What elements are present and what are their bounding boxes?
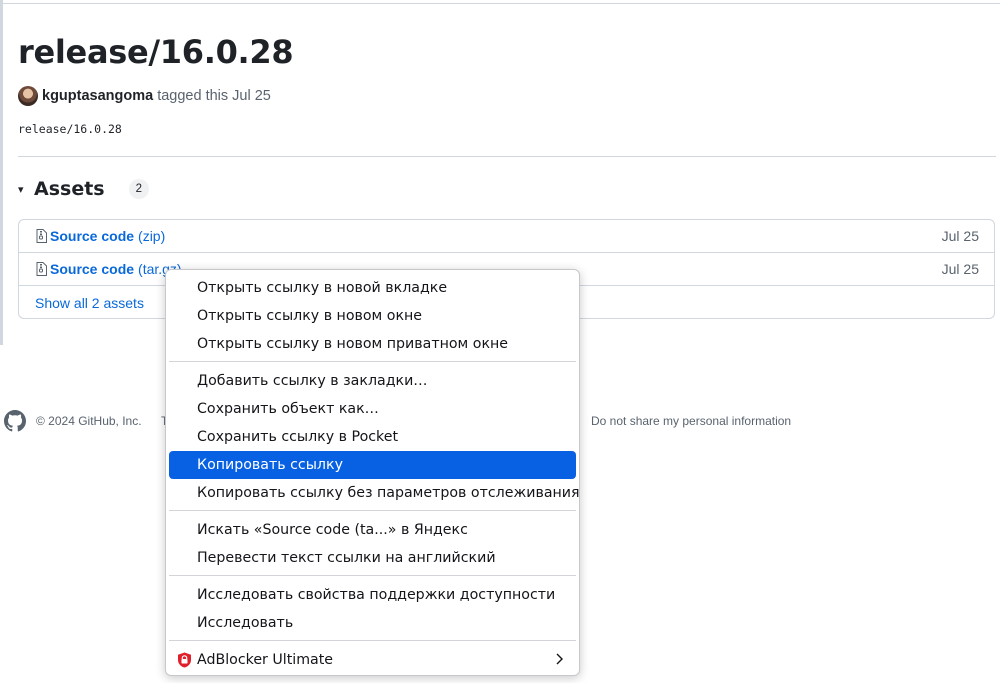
file-zip-icon	[36, 229, 47, 243]
menu-item-copy-clean-link[interactable]: Копировать ссылку без параметров отслежи…	[169, 479, 580, 507]
menu-item-save-as[interactable]: Сохранить объект как…	[169, 395, 576, 423]
menu-item-inspect[interactable]: Исследовать	[169, 609, 576, 637]
assets-count-badge: 2	[128, 179, 150, 199]
menu-item-label: Исследовать свойства поддержки доступнос…	[197, 587, 556, 603]
menu-item-open-new-window[interactable]: Открыть ссылку в новом окне	[169, 302, 576, 330]
menu-item-translate-link[interactable]: Перевести текст ссылки на английский	[169, 544, 576, 572]
menu-item-label: AdBlocker Ultimate	[197, 652, 334, 668]
tagged-text: tagged this Jul 25	[157, 88, 271, 104]
footer-privacy-link[interactable]: Do not share my personal information	[591, 414, 791, 428]
menu-item-label: Сохранить объект как…	[197, 401, 379, 417]
top-border	[3, 3, 1000, 4]
menu-item-label: Копировать ссылку без параметров отслежи…	[197, 485, 580, 501]
submenu-chevron-icon	[556, 653, 563, 665]
menu-item-open-new-tab[interactable]: Открыть ссылку в новой вкладке	[169, 274, 576, 302]
assets-title: Assets	[34, 178, 105, 200]
menu-item-inspect-accessibility[interactable]: Исследовать свойства поддержки доступнос…	[169, 581, 576, 609]
author-link[interactable]: kguptasangoma	[42, 88, 153, 104]
avatar[interactable]	[18, 86, 38, 106]
menu-item-save-to-pocket[interactable]: Сохранить ссылку в Pocket	[169, 423, 576, 451]
menu-item-label: Копировать ссылку	[197, 457, 343, 473]
adblocker-shield-icon	[178, 652, 191, 668]
menu-separator	[169, 361, 576, 362]
assets-toggle[interactable]: ▾ Assets 2	[18, 176, 150, 202]
show-all-assets-link[interactable]: Show all 2 assets	[35, 295, 144, 311]
context-menu: Открыть ссылку в новой вкладке Открыть с…	[165, 269, 580, 676]
menu-item-copy-link[interactable]: Копировать ссылку	[169, 451, 576, 479]
release-title: release/16.0.28	[18, 33, 294, 71]
left-border	[0, 0, 3, 345]
asset-date: Jul 25	[941, 261, 979, 277]
menu-item-label: Искать «Source code (ta...» в Яндекс	[197, 522, 468, 538]
caret-down-icon: ▾	[18, 183, 24, 196]
menu-item-search-yandex[interactable]: Искать «Source code (ta...» в Яндекс	[169, 516, 576, 544]
asset-link[interactable]: Source code	[50, 261, 134, 277]
github-mark-icon[interactable]	[4, 410, 26, 432]
asset-date: Jul 25	[941, 228, 979, 244]
menu-item-label: Открыть ссылку в новой вкладке	[197, 280, 448, 296]
menu-item-open-private-window[interactable]: Открыть ссылку в новом приватном окне	[169, 330, 576, 358]
author-line: kguptasangoma tagged this Jul 25	[18, 85, 271, 107]
file-zip-icon	[36, 262, 47, 276]
footer-copyright: © 2024 GitHub, Inc.	[36, 414, 142, 428]
asset-ext[interactable]: (zip)	[138, 228, 165, 244]
asset-link[interactable]: Source code	[50, 228, 134, 244]
menu-separator	[169, 575, 576, 576]
menu-item-label: Открыть ссылку в новом приватном окне	[197, 336, 509, 352]
divider	[18, 156, 996, 157]
menu-item-label: Добавить ссылку в закладки…	[197, 373, 428, 389]
menu-separator	[169, 640, 576, 641]
menu-item-label: Перевести текст ссылки на английский	[197, 550, 496, 566]
menu-item-adblocker[interactable]: AdBlocker Ultimate	[169, 646, 576, 674]
tag-name: release/16.0.28	[18, 122, 122, 136]
menu-item-label: Сохранить ссылку в Pocket	[197, 429, 399, 445]
menu-item-label: Исследовать	[197, 615, 294, 631]
menu-item-bookmark-link[interactable]: Добавить ссылку в закладки…	[169, 367, 576, 395]
menu-separator	[169, 510, 576, 511]
asset-row: Source code (zip) Jul 25	[19, 220, 994, 253]
menu-item-label: Открыть ссылку в новом окне	[197, 308, 423, 324]
